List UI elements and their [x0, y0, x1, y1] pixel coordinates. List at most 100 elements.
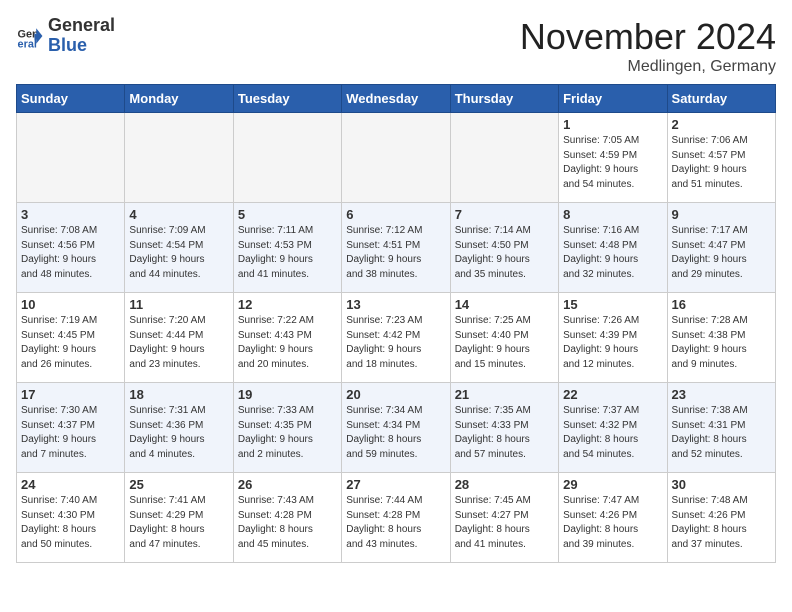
calendar-cell: 26Sunrise: 7:43 AM Sunset: 4:28 PM Dayli…: [233, 473, 341, 563]
day-number: 26: [238, 477, 337, 492]
calendar-cell: 3Sunrise: 7:08 AM Sunset: 4:56 PM Daylig…: [17, 203, 125, 293]
day-number: 12: [238, 297, 337, 312]
day-number: 23: [672, 387, 771, 402]
day-number: 13: [346, 297, 445, 312]
calendar-cell: 13 Sunrise: 7:23 AM Sunset: 4:42 PM Dayli…: [342, 293, 450, 383]
day-number: 19: [238, 387, 337, 402]
day-info: Sunrise: 7:17 AM Sunset: 4:47 PM Dayligh…: [672, 224, 771, 282]
calendar-cell: 5 Sunrise: 7:11 AM Sunset: 4:53 PM Daylig…: [233, 203, 341, 293]
calendar-cell: 20 Sunrise: 7:34 AM Sunset: 4:34 PM Dayli…: [342, 383, 450, 473]
day-number: 14: [455, 297, 554, 312]
logo-general-text: General: [48, 16, 115, 36]
day-number: 16: [672, 297, 771, 312]
day-info: Sunrise: 7:30 AM Sunset: 4:37 PM Dayligh…: [21, 404, 120, 462]
day-number: 30: [672, 477, 771, 492]
day-number: 17: [21, 387, 120, 402]
day-number: 21: [455, 387, 554, 402]
day-info: Sunrise: 7:16 AM Sunset: 4:48 PM Dayligh…: [563, 224, 662, 282]
day-info: Sunrise: 7:31 AM Sunset: 4:36 PM Dayligh…: [129, 404, 228, 462]
calendar-cell: 11Sunrise: 7:20 AM Sunset: 4:44 PM Dayli…: [125, 293, 233, 383]
calendar-cell: [342, 113, 450, 203]
calendar-cell: 15Sunrise: 7:26 AM Sunset: 4:39 PM Dayli…: [559, 293, 667, 383]
column-header-monday: Monday: [125, 85, 233, 113]
calendar-week-5: 24Sunrise: 7:40 AM Sunset: 4:30 PM Dayli…: [17, 473, 776, 563]
calendar-cell: 6Sunrise: 7:12 AM Sunset: 4:51 PM Daylig…: [342, 203, 450, 293]
day-info: Sunrise: 7:35 AM Sunset: 4:33 PM Dayligh…: [455, 404, 554, 462]
day-info: Sunrise: 7:25 AM Sunset: 4:40 PM Dayligh…: [455, 314, 554, 372]
day-info: Sunrise: 7:38 AM Sunset: 4:31 PM Dayligh…: [672, 404, 771, 462]
calendar-cell: 7 Sunrise: 7:14 AM Sunset: 4:50 PM Daylig…: [450, 203, 558, 293]
column-header-saturday: Saturday: [667, 85, 775, 113]
day-info: Sunrise: 7:06 AM Sunset: 4:57 PM Dayligh…: [672, 134, 771, 192]
day-info: Sunrise: 7:28 AM Sunset: 4:38 PM Dayligh…: [672, 314, 771, 372]
calendar-cell: 28Sunrise: 7:45 AM Sunset: 4:27 PM Dayli…: [450, 473, 558, 563]
title-section: November 2024 Medlingen, Germany: [520, 16, 776, 76]
header: Gen eral ▶ General Blue November 2024 Me…: [16, 16, 776, 76]
day-info: Sunrise: 7:11 AM Sunset: 4:53 PM Dayligh…: [238, 224, 337, 282]
calendar-cell: 22 Sunrise: 7:37 AM Sunset: 4:32 PM Dayli…: [559, 383, 667, 473]
day-number: 4: [129, 207, 228, 222]
day-number: 22: [563, 387, 662, 402]
day-info: Sunrise: 7:33 AM Sunset: 4:35 PM Dayligh…: [238, 404, 337, 462]
calendar-cell: 17 Sunrise: 7:30 AM Sunset: 4:37 PM Dayli…: [17, 383, 125, 473]
calendar-week-1: 1Sunrise: 7:05 AM Sunset: 4:59 PM Daylig…: [17, 113, 776, 203]
day-number: 15: [563, 297, 662, 312]
calendar-header-row: SundayMondayTuesdayWednesdayThursdayFrid…: [17, 85, 776, 113]
day-number: 25: [129, 477, 228, 492]
day-info: Sunrise: 7:37 AM Sunset: 4:32 PM Dayligh…: [563, 404, 662, 462]
day-number: 18: [129, 387, 228, 402]
day-number: 11: [129, 297, 228, 312]
day-number: 20: [346, 387, 445, 402]
calendar-week-3: 10 Sunrise: 7:19 AM Sunset: 4:45 PM Dayli…: [17, 293, 776, 383]
calendar-cell: 27Sunrise: 7:44 AM Sunset: 4:28 PM Dayli…: [342, 473, 450, 563]
day-info: Sunrise: 7:12 AM Sunset: 4:51 PM Dayligh…: [346, 224, 445, 282]
logo-icon: Gen eral ▶: [16, 22, 44, 50]
day-info: Sunrise: 7:47 AM Sunset: 4:26 PM Dayligh…: [563, 494, 662, 552]
calendar-cell: 23 Sunrise: 7:38 AM Sunset: 4:31 PM Dayli…: [667, 383, 775, 473]
day-number: 10: [21, 297, 120, 312]
column-header-wednesday: Wednesday: [342, 85, 450, 113]
day-number: 5: [238, 207, 337, 222]
day-info: Sunrise: 7:09 AM Sunset: 4:54 PM Dayligh…: [129, 224, 228, 282]
calendar-cell: 14 Sunrise: 7:25 AM Sunset: 4:40 PM Dayli…: [450, 293, 558, 383]
day-info: Sunrise: 7:08 AM Sunset: 4:56 PM Dayligh…: [21, 224, 120, 282]
day-number: 2: [672, 117, 771, 132]
day-info: Sunrise: 7:45 AM Sunset: 4:27 PM Dayligh…: [455, 494, 554, 552]
column-header-friday: Friday: [559, 85, 667, 113]
day-number: 8: [563, 207, 662, 222]
day-info: Sunrise: 7:19 AM Sunset: 4:45 PM Dayligh…: [21, 314, 120, 372]
calendar-cell: 2 Sunrise: 7:06 AM Sunset: 4:57 PM Daylig…: [667, 113, 775, 203]
calendar-cell: 18 Sunrise: 7:31 AM Sunset: 4:36 PM Dayli…: [125, 383, 233, 473]
main-title: November 2024: [520, 16, 776, 58]
day-info: Sunrise: 7:14 AM Sunset: 4:50 PM Dayligh…: [455, 224, 554, 282]
subtitle: Medlingen, Germany: [520, 58, 776, 76]
calendar-week-2: 3Sunrise: 7:08 AM Sunset: 4:56 PM Daylig…: [17, 203, 776, 293]
day-info: Sunrise: 7:40 AM Sunset: 4:30 PM Dayligh…: [21, 494, 120, 552]
column-header-sunday: Sunday: [17, 85, 125, 113]
day-info: Sunrise: 7:34 AM Sunset: 4:34 PM Dayligh…: [346, 404, 445, 462]
calendar-cell: [125, 113, 233, 203]
day-number: 7: [455, 207, 554, 222]
calendar-cell: 10 Sunrise: 7:19 AM Sunset: 4:45 PM Dayli…: [17, 293, 125, 383]
calendar-cell: [233, 113, 341, 203]
calendar-table: SundayMondayTuesdayWednesdayThursdayFrid…: [16, 84, 776, 563]
day-info: Sunrise: 7:44 AM Sunset: 4:28 PM Dayligh…: [346, 494, 445, 552]
calendar-cell: 9 Sunrise: 7:17 AM Sunset: 4:47 PM Daylig…: [667, 203, 775, 293]
calendar-cell: 24Sunrise: 7:40 AM Sunset: 4:30 PM Dayli…: [17, 473, 125, 563]
calendar-cell: 12 Sunrise: 7:22 AM Sunset: 4:43 PM Dayli…: [233, 293, 341, 383]
calendar-cell: 21 Sunrise: 7:35 AM Sunset: 4:33 PM Dayli…: [450, 383, 558, 473]
day-info: Sunrise: 7:48 AM Sunset: 4:26 PM Dayligh…: [672, 494, 771, 552]
calendar-cell: 25 Sunrise: 7:41 AM Sunset: 4:29 PM Dayli…: [125, 473, 233, 563]
logo: Gen eral ▶ General Blue: [16, 16, 115, 56]
day-info: Sunrise: 7:22 AM Sunset: 4:43 PM Dayligh…: [238, 314, 337, 372]
day-info: Sunrise: 7:23 AM Sunset: 4:42 PM Dayligh…: [346, 314, 445, 372]
day-info: Sunrise: 7:41 AM Sunset: 4:29 PM Dayligh…: [129, 494, 228, 552]
calendar-cell: 4 Sunrise: 7:09 AM Sunset: 4:54 PM Daylig…: [125, 203, 233, 293]
calendar-cell: 19 Sunrise: 7:33 AM Sunset: 4:35 PM Dayli…: [233, 383, 341, 473]
day-number: 9: [672, 207, 771, 222]
calendar-cell: 30 Sunrise: 7:48 AM Sunset: 4:26 PM Dayli…: [667, 473, 775, 563]
calendar-cell: 1Sunrise: 7:05 AM Sunset: 4:59 PM Daylig…: [559, 113, 667, 203]
calendar-cell: [450, 113, 558, 203]
day-number: 1: [563, 117, 662, 132]
column-header-tuesday: Tuesday: [233, 85, 341, 113]
